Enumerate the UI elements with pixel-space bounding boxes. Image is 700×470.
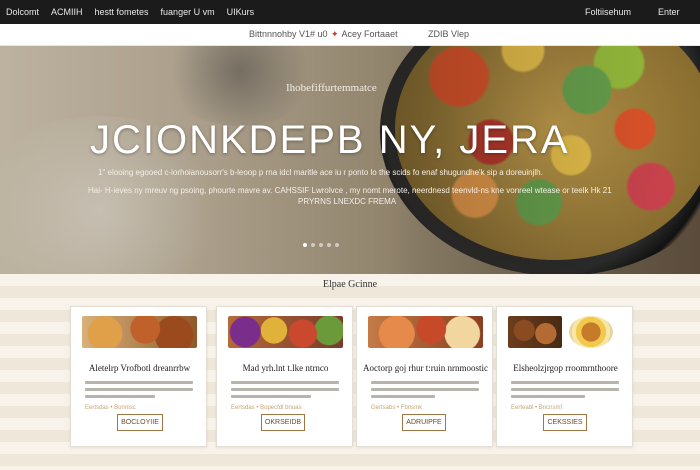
recipe-image [368,316,483,348]
hero-description-line: 1" elooing egooed c-iorhoianousorr's b-l… [98,168,543,177]
top-nav-item[interactable]: hestt fometes [95,7,149,17]
top-right-link-2[interactable]: Enter [658,7,680,17]
recipe-description-line [511,395,585,398]
recipe-image-bowl [569,316,613,348]
recipe-description-line [231,388,339,391]
recipe-description-line [371,388,479,391]
recipe-meta: Eerteabl • Bncnsmf [511,405,563,411]
recipe-description-line [511,388,619,391]
carousel-dot[interactable] [319,243,323,247]
recipe-button[interactable]: OKRSEIDB [261,414,305,431]
recipe-meta: Eertsdas • Bonmsc [85,405,136,411]
subnav-item-2-label: Acey Fortaaet [341,29,398,39]
top-nav-item[interactable]: fuanger U vm [161,7,215,17]
recipe-description-line [231,381,339,384]
carousel-dots [303,243,339,247]
recipe-image [228,316,343,348]
subnav-item-3[interactable]: ZDIB Vlep [428,29,469,39]
recipe-title: Aoctorp goj rhur t:ruin nrnmoostic [363,363,488,373]
top-nav-item[interactable]: UIKurs [227,7,255,17]
recipe-button[interactable]: ADRUIPFE [402,414,446,431]
recipe-description-line [511,381,619,384]
subnav-item-1[interactable]: Bittnnnohby V1# u0 [249,29,328,39]
section-title: Elpae Gcinne [322,279,378,290]
recipe-title: Mad yrh.lnt t.lke ntrnco [242,363,329,373]
recipe-card[interactable]: Elsheolzjrgop rroomrnthoore Eerteabl • B… [496,306,633,447]
carousel-dot[interactable] [335,243,339,247]
recipe-button[interactable]: CEKSSIES [543,414,587,431]
recipe-image [82,316,197,348]
subnav-item-2[interactable]: ✦ Acey Fortaaet [331,29,398,40]
sub-nav: Bittnnnohby V1# u0 ✦ Acey Fortaaet ZDIB V… [0,24,700,46]
recipe-card[interactable]: Aoctorp goj rhur t:ruin nrnmoostic Gerts… [356,306,493,447]
location-pin-icon: ✦ [331,29,339,39]
hero-description-line: PRYRNS LNEXDC FREMA [298,197,397,206]
recipe-description-line [85,395,155,398]
top-right-link[interactable]: Foltiisehum [585,7,631,17]
recipe-title: Aletelrp Vrofbotl dreanrrbw [88,363,191,373]
recipe-description-line [85,388,193,391]
top-nav-item[interactable]: ACMIIH [51,7,83,17]
recipe-description-line [85,381,193,384]
hero-headline: JCIONKDEPB NY, JERA [90,118,570,162]
carousel-dot[interactable] [327,243,331,247]
recipe-card[interactable]: Mad yrh.lnt t.lke ntrnco Eertsdas • Bope… [216,306,353,447]
hero-description-line: Hai- H-ieves ny mreuv ng psoing, phourte… [88,186,612,195]
recipe-card[interactable]: Aletelrp Vrofbotl dreanrrbw Eertsdas • B… [70,306,207,447]
recipe-title: Elsheolzjrgop rroomrnthoore [513,363,618,373]
top-bar: Dolcomt ACMIIH hestt fometes fuanger U v… [0,0,700,24]
recipe-meta: Gertsabs • Fbnsmk [371,405,423,411]
carousel-dot[interactable] [303,243,307,247]
hero-banner: Ihobefiffurtemmatce JCIONKDEPB NY, JERA … [0,46,700,274]
hero-kicker: Ihobefiffurtemmatce [286,82,377,94]
top-nav-item[interactable]: Dolcomt [6,7,39,17]
recipe-description-line [371,381,479,384]
recipe-description-line [231,395,311,398]
recipe-button[interactable]: BOCLOYIIE [117,414,163,431]
top-nav: Dolcomt ACMIIH hestt fometes fuanger U v… [6,7,254,17]
carousel-dot[interactable] [311,243,315,247]
recipe-meta: Eertsdas • Bopecfdl bnuas [231,405,302,411]
recipe-image [508,316,562,348]
recipe-description-line [371,395,435,398]
